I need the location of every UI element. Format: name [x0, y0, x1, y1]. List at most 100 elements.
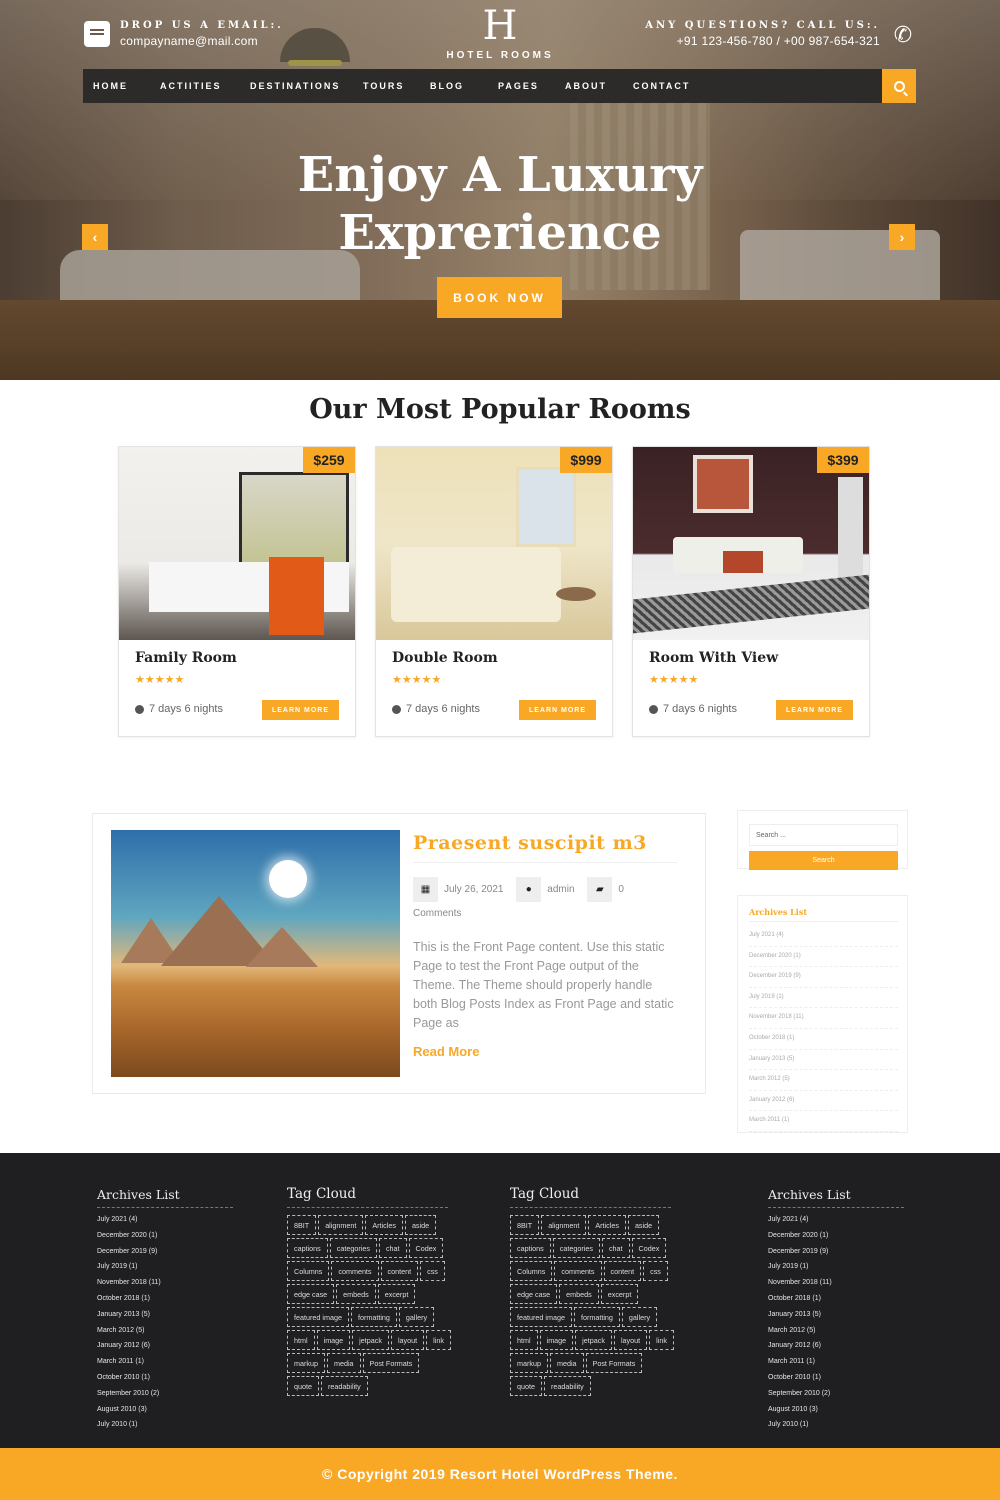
archive-link[interactable]: January 2012 (6) [97, 1341, 233, 1357]
sidebar-search-button[interactable]: Search [749, 851, 898, 870]
archive-link[interactable]: July 2019 (1) [768, 1262, 904, 1278]
archive-link[interactable]: January 2013 (5) [768, 1310, 904, 1326]
tag-link[interactable]: quote [510, 1376, 542, 1396]
room-name[interactable]: Room With View [649, 650, 778, 666]
archive-link[interactable]: December 2020 (1) [768, 1231, 904, 1247]
room-name[interactable]: Family Room [135, 650, 237, 666]
archive-link[interactable]: October 2018 (1) [768, 1294, 904, 1310]
post-thumbnail[interactable] [111, 830, 400, 1077]
archive-link[interactable]: November 2018 (11) [768, 1278, 904, 1294]
archive-link[interactable]: March 2011 (1) [97, 1357, 233, 1373]
tag-link[interactable]: css [643, 1261, 668, 1281]
archive-link[interactable]: July 2021 (4) [97, 1215, 233, 1231]
tag-link[interactable]: html [287, 1330, 315, 1350]
tag-link[interactable]: 8BIT [510, 1215, 540, 1235]
tag-link[interactable]: quote [287, 1376, 319, 1396]
tag-link[interactable]: media [326, 1353, 361, 1373]
post-date[interactable]: July 26, 2021 [444, 884, 504, 895]
book-now-button[interactable]: BOOK NOW [437, 277, 562, 318]
archive-link[interactable]: July 2010 (1) [97, 1420, 233, 1436]
tag-link[interactable]: excerpt [377, 1284, 416, 1304]
nav-item-pages[interactable]: PAGES [498, 81, 539, 91]
tag-link[interactable]: gallery [398, 1307, 435, 1327]
tag-link[interactable]: embeds [336, 1284, 376, 1304]
tag-link[interactable]: aside [404, 1215, 437, 1235]
archive-link[interactable]: December 2019 (9) [749, 967, 898, 988]
tag-link[interactable]: captions [510, 1238, 551, 1258]
learn-more-button[interactable]: LEARN MORE [262, 700, 339, 720]
tag-link[interactable]: excerpt [600, 1284, 639, 1304]
archive-link[interactable]: August 2010 (3) [768, 1405, 904, 1421]
tag-link[interactable]: 8BIT [287, 1215, 317, 1235]
tag-link[interactable]: readability [544, 1376, 591, 1396]
tag-link[interactable]: chat [601, 1238, 630, 1258]
nav-item-tours[interactable]: TOURS [363, 81, 404, 91]
archive-link[interactable]: January 2013 (5) [97, 1310, 233, 1326]
tag-link[interactable]: layout [613, 1330, 648, 1350]
archive-link[interactable]: March 2012 (5) [97, 1326, 233, 1342]
nav-item-blog[interactable]: BLOG [430, 81, 464, 91]
archive-link[interactable]: January 2012 (6) [749, 1091, 898, 1112]
archive-link[interactable]: July 2019 (1) [97, 1262, 233, 1278]
nav-item-contact[interactable]: CONTACT [633, 81, 690, 91]
tag-link[interactable]: jetpack [352, 1330, 389, 1350]
read-more-link[interactable]: Read More [413, 1044, 479, 1059]
archive-link[interactable]: October 2018 (1) [97, 1294, 233, 1310]
nav-item-about[interactable]: ABOUT [565, 81, 607, 91]
search-button[interactable] [882, 69, 916, 103]
tag-link[interactable]: content [603, 1261, 642, 1281]
sidebar-search-input[interactable]: Search ... [749, 824, 898, 846]
tag-link[interactable]: media [549, 1353, 584, 1373]
tag-link[interactable]: categories [329, 1238, 377, 1258]
tag-link[interactable]: Post Formats [585, 1353, 643, 1373]
post-title[interactable]: Praesent suscipit m3 [413, 832, 647, 854]
archive-link[interactable]: March 2011 (1) [768, 1357, 904, 1373]
archive-link[interactable]: July 2021 (4) [749, 926, 898, 947]
slider-prev-button[interactable]: ‹ [82, 224, 108, 250]
tag-link[interactable]: featured image [510, 1307, 572, 1327]
tag-link[interactable]: image [316, 1330, 351, 1350]
tag-link[interactable]: Codex [408, 1238, 444, 1258]
tag-link[interactable]: content [380, 1261, 419, 1281]
tag-link[interactable]: edge case [287, 1284, 335, 1304]
tag-link[interactable]: edge case [510, 1284, 558, 1304]
archive-link[interactable]: December 2020 (1) [749, 947, 898, 968]
archive-link[interactable]: January 2012 (6) [768, 1341, 904, 1357]
archive-link[interactable]: November 2018 (11) [97, 1278, 233, 1294]
archive-link[interactable]: October 2010 (1) [97, 1373, 233, 1389]
tag-link[interactable]: markup [510, 1353, 548, 1373]
room-name[interactable]: Double Room [392, 650, 498, 666]
tag-link[interactable]: markup [287, 1353, 325, 1373]
archive-link[interactable]: August 2010 (3) [97, 1405, 233, 1421]
tag-link[interactable]: alignment [541, 1215, 587, 1235]
tag-link[interactable]: link [426, 1330, 451, 1350]
tag-link[interactable]: featured image [287, 1307, 349, 1327]
archive-link[interactable]: November 2018 (11) [749, 1008, 898, 1029]
archive-link[interactable]: September 2010 (2) [97, 1389, 233, 1405]
tag-link[interactable]: captions [287, 1238, 328, 1258]
room-image[interactable] [633, 447, 869, 640]
tag-link[interactable]: categories [552, 1238, 600, 1258]
nav-item-home[interactable]: HOME [93, 81, 128, 91]
tag-link[interactable]: readability [321, 1376, 368, 1396]
tag-link[interactable]: html [510, 1330, 538, 1350]
tag-link[interactable]: Articles [365, 1215, 403, 1235]
room-image[interactable] [119, 447, 355, 640]
tag-link[interactable]: embeds [559, 1284, 599, 1304]
tag-link[interactable]: formatting [350, 1307, 397, 1327]
tag-link[interactable]: gallery [621, 1307, 658, 1327]
learn-more-button[interactable]: LEARN MORE [519, 700, 596, 720]
tag-link[interactable]: Columns [510, 1261, 553, 1281]
tag-link[interactable]: Articles [588, 1215, 626, 1235]
archive-link[interactable]: October 2010 (1) [768, 1373, 904, 1389]
archive-link[interactable]: July 2019 (1) [749, 988, 898, 1009]
archive-link[interactable]: September 2010 (2) [768, 1389, 904, 1405]
tag-link[interactable]: aside [627, 1215, 660, 1235]
tag-link[interactable]: comments [331, 1261, 379, 1281]
tag-link[interactable]: jetpack [575, 1330, 612, 1350]
tag-link[interactable]: alignment [318, 1215, 364, 1235]
archive-link[interactable]: December 2019 (9) [768, 1247, 904, 1263]
archive-link[interactable]: October 2018 (1) [749, 1029, 898, 1050]
tag-link[interactable]: Post Formats [362, 1353, 420, 1373]
archive-link[interactable]: December 2020 (1) [97, 1231, 233, 1247]
